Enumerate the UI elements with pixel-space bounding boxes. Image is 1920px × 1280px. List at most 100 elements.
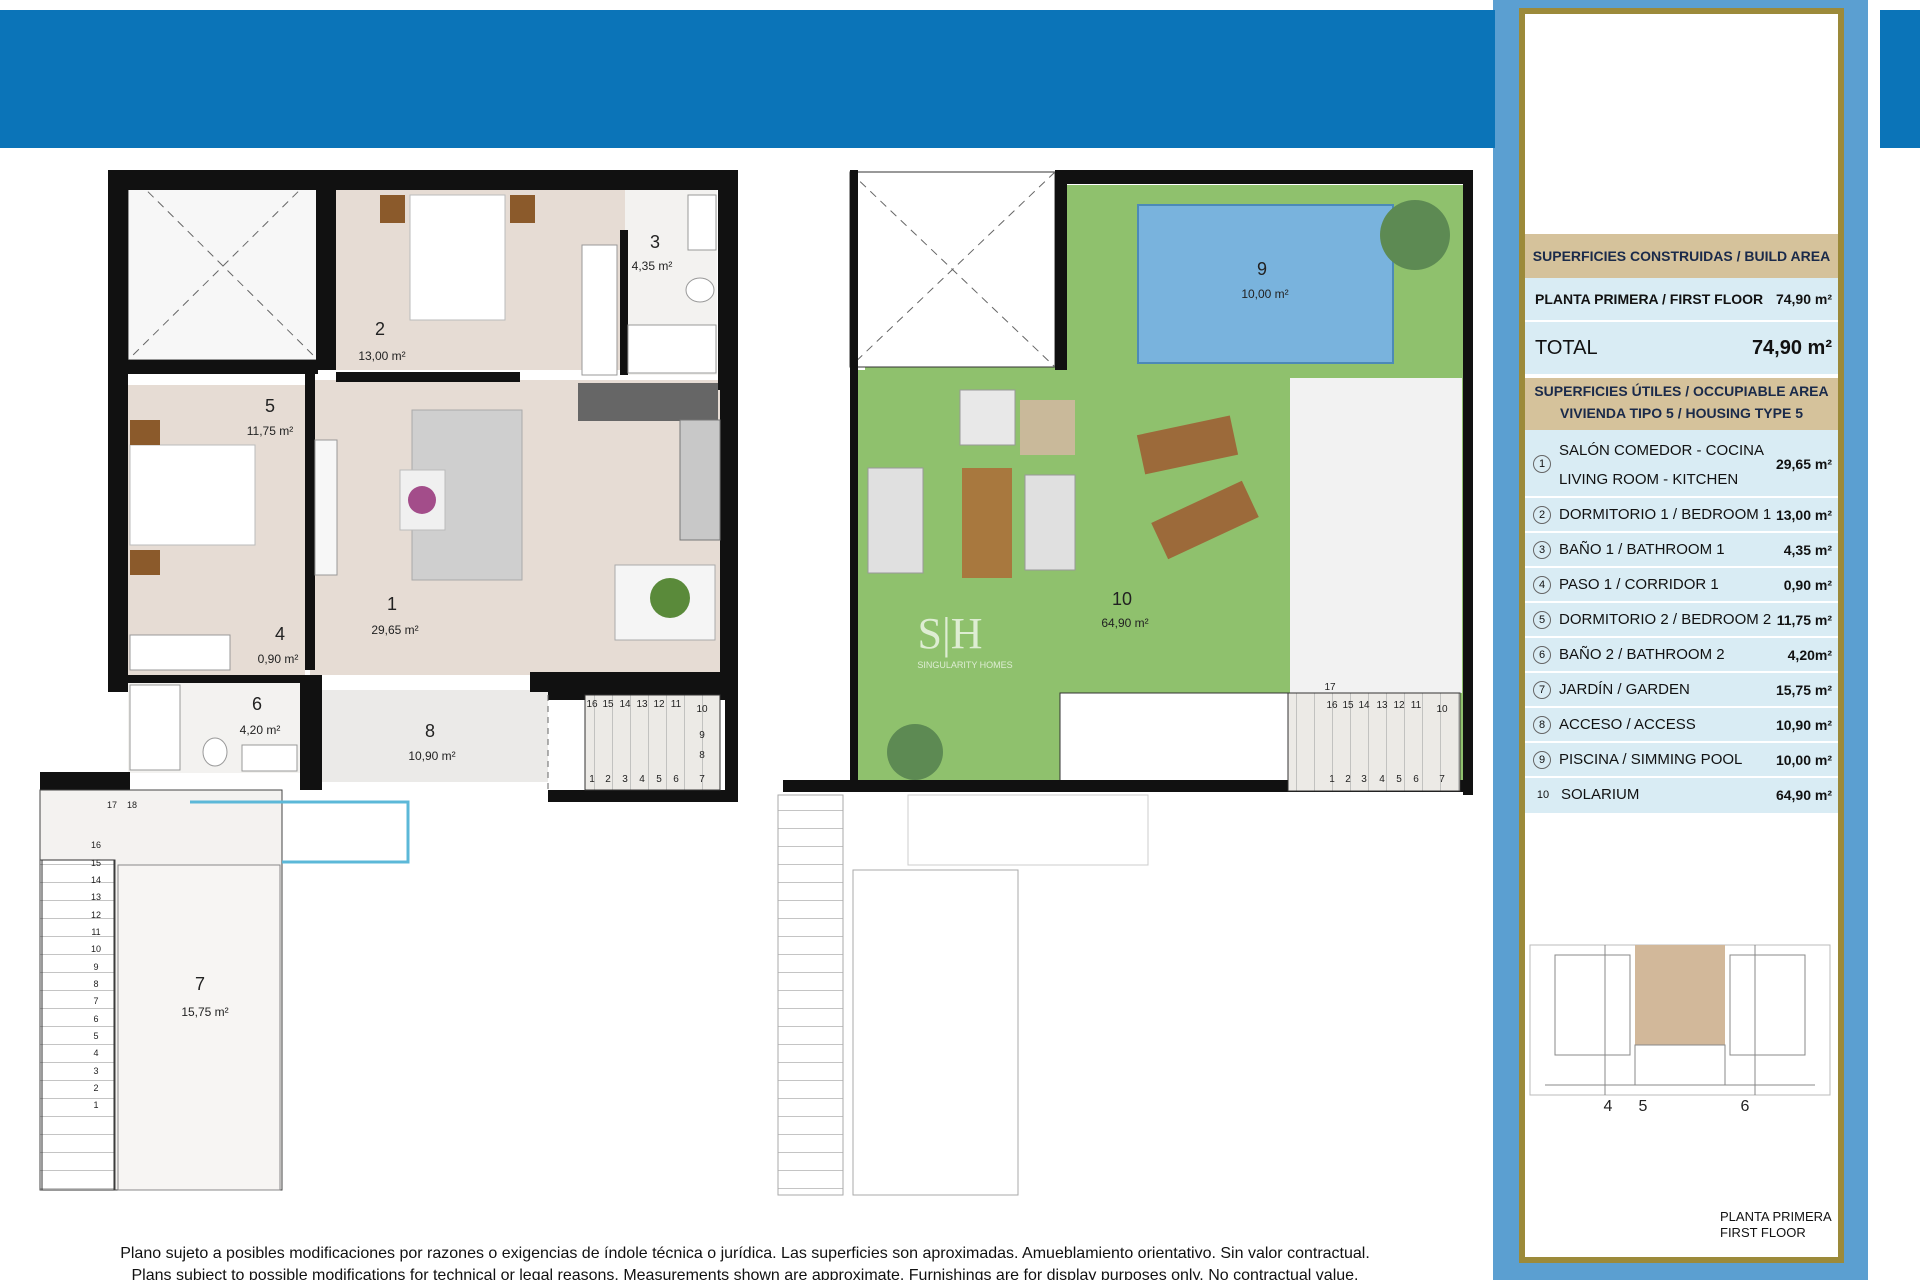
row-label: BAÑO 1 / BATHROOM 1 xyxy=(1559,541,1725,558)
key-plan-label: 4 xyxy=(1604,1098,1613,1115)
svg-text:2: 2 xyxy=(1345,774,1351,785)
useful-area-table: 1 SALÓN COMEDOR - COCINA LIVING ROOM - KI… xyxy=(1525,430,1838,813)
caption-line-1: PLANTA PRIMERA xyxy=(1720,1209,1832,1224)
row-value: 4,20m² xyxy=(1787,646,1832,663)
row-value: 11,75 m² xyxy=(1776,611,1832,628)
bed-1 xyxy=(409,194,506,321)
build-area-row: PLANTA PRIMERA / FIRST FLOOR 74,90 m² xyxy=(1525,278,1838,320)
stair-step: 9 xyxy=(699,730,705,741)
paved-area xyxy=(1290,378,1462,693)
row-number: 2 xyxy=(1533,505,1551,524)
svg-text:10: 10 xyxy=(1436,704,1448,715)
svg-text:17: 17 xyxy=(1324,682,1336,693)
watermark-logo: S|H xyxy=(917,609,982,658)
area-row: 3 BAÑO 1 / BATHROOM 1 4,35 m² xyxy=(1525,533,1838,568)
svg-text:15: 15 xyxy=(1342,700,1354,711)
room-area: 64,90 m² xyxy=(1101,616,1148,630)
row-label: DORMITORIO 1 / BEDROOM 1 xyxy=(1559,506,1772,523)
room-area: 15,75 m² xyxy=(181,1005,228,1019)
area-row: 5 DORMITORIO 2 / BEDROOM 2 11,75 m² xyxy=(1525,603,1838,638)
row-number: 4 xyxy=(1533,575,1551,594)
stairs-long xyxy=(41,859,115,1191)
row-value: 29,65 m² xyxy=(1775,456,1832,472)
stair-step: 4 xyxy=(639,774,645,785)
header-band-right xyxy=(1880,10,1920,148)
key-plan-label: 6 xyxy=(1741,1098,1750,1115)
row-label: JARDÍN / GARDEN xyxy=(1559,681,1690,698)
stairs-right xyxy=(1287,692,1461,792)
svg-text:18: 18 xyxy=(127,800,137,810)
svg-text:7: 7 xyxy=(93,996,98,1006)
stair-step: 11 xyxy=(671,699,682,710)
area-row: 9 PISCINA / SIMMING POOL 10,00 m² xyxy=(1525,743,1838,778)
svg-text:4: 4 xyxy=(1379,774,1385,785)
stair-step: 6 xyxy=(673,774,679,785)
pool xyxy=(1137,204,1394,364)
caption-line-2: FIRST FLOOR xyxy=(1720,1225,1806,1240)
svg-text:16: 16 xyxy=(1326,700,1338,711)
room-label: 4 xyxy=(275,624,285,644)
stair-step: 8 xyxy=(699,750,705,761)
stair-step: 5 xyxy=(656,774,662,785)
bed-2 xyxy=(129,444,256,546)
row-value: 0,90 m² xyxy=(1783,576,1832,593)
svg-text:16: 16 xyxy=(91,840,101,850)
panel-logo-space xyxy=(1525,14,1838,234)
svg-text:6: 6 xyxy=(1413,774,1419,785)
row-number: 10 xyxy=(1536,788,1550,801)
row-value: 13,00 m² xyxy=(1775,506,1832,523)
svg-text:14: 14 xyxy=(1358,700,1370,711)
white-cutout xyxy=(1059,692,1291,789)
first-floor-plan: 1 2 3 4 5 6 7 8 29,65 m² 13,00 m² 4,35 m… xyxy=(39,170,738,1191)
area-table-panel: SUPERFICIES CONSTRUIDAS / BUILD AREA PLA… xyxy=(1519,8,1844,1263)
row-value: 15,75 m² xyxy=(1775,681,1832,698)
build-area-title: SUPERFICIES CONSTRUIDAS / BUILD AREA xyxy=(1525,234,1838,278)
svg-text:17: 17 xyxy=(107,800,117,810)
row-label: SALÓN COMEDOR - COCINA LIVING ROOM - KITC… xyxy=(1559,442,1765,488)
area-row: 6 BAÑO 2 / BATHROOM 2 4,20m² xyxy=(1525,638,1838,673)
room-area: 29,65 m² xyxy=(371,623,418,637)
row-value: 10,00 m² xyxy=(1775,751,1832,768)
area-row: 8 ACCESO / ACCESS 10,90 m² xyxy=(1525,708,1838,743)
room-label: 9 xyxy=(1257,259,1267,279)
outdoor-table xyxy=(962,468,1012,578)
svg-text:2: 2 xyxy=(93,1083,98,1093)
floor-plans: 1 2 3 4 5 6 7 8 29,65 m² 13,00 m² 4,35 m… xyxy=(39,170,1473,1196)
stair-step: 1 xyxy=(589,774,595,785)
build-area-value: 74,90 m² xyxy=(1775,291,1832,307)
room-area: 13,00 m² xyxy=(358,349,405,363)
room-area: 0,90 m² xyxy=(258,652,299,666)
svg-text:9: 9 xyxy=(93,962,98,972)
row-value: 64,90 m² xyxy=(1775,786,1832,803)
svg-text:4: 4 xyxy=(93,1048,98,1058)
room-label: 3 xyxy=(650,232,660,252)
useful-area-title-1: SUPERFICIES ÚTILES / OCCUPIABLE AREA xyxy=(1534,383,1829,399)
stair-step: 2 xyxy=(605,774,611,785)
header-band xyxy=(0,10,1495,148)
svg-text:11: 11 xyxy=(1411,700,1422,711)
svg-text:5: 5 xyxy=(93,1031,98,1041)
build-area-table: PLANTA PRIMERA / FIRST FLOOR 74,90 m² TO… xyxy=(1525,278,1838,374)
room-label: 6 xyxy=(252,694,262,714)
build-area-total: TOTAL 74,90 m² xyxy=(1525,322,1838,374)
row-label: PISCINA / SIMMING POOL xyxy=(1559,751,1743,768)
svg-text:15: 15 xyxy=(91,858,101,868)
svg-text:1: 1 xyxy=(1329,774,1335,785)
stair-step: 10 xyxy=(696,704,708,715)
room-area: 10,00 m² xyxy=(1241,287,1288,301)
row-number: 1 xyxy=(1533,455,1551,473)
row-number: 9 xyxy=(1533,750,1551,769)
svg-text:7: 7 xyxy=(1439,774,1445,785)
row-label: ACCESO / ACCESS xyxy=(1559,716,1696,733)
area-row: 2 DORMITORIO 1 / BEDROOM 1 13,00 m² xyxy=(1525,498,1838,533)
svg-text:13: 13 xyxy=(1376,700,1388,711)
room-area: 10,90 m² xyxy=(408,749,455,763)
row-number: 8 xyxy=(1533,715,1551,734)
useful-area-title-2: VIVIENDA TIPO 5 / HOUSING TYPE 5 xyxy=(1560,405,1803,421)
roof-plan: 17 16 15 14 13 12 11 10 1 2 3 4 5 6 7 9 … xyxy=(777,170,1473,1196)
stair-step: 12 xyxy=(653,699,665,710)
key-plan-label: 5 xyxy=(1639,1098,1648,1115)
room-area: 4,20 m² xyxy=(240,723,281,737)
svg-text:12: 12 xyxy=(1393,700,1405,711)
watermark-subtext: SINGULARITY HOMES xyxy=(917,660,1012,670)
